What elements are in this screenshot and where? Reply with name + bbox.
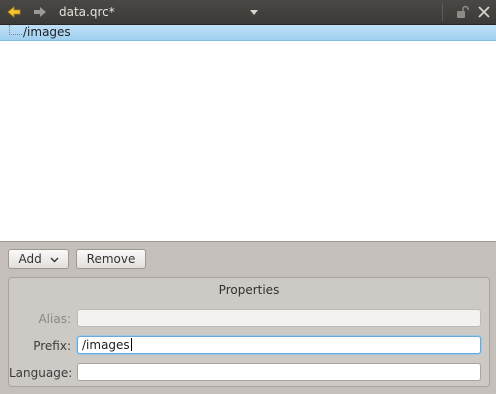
add-button-label: Add xyxy=(18,252,42,266)
prefix-value: /images xyxy=(82,338,130,352)
remove-button-label: Remove xyxy=(86,252,136,266)
titlebar-divider xyxy=(442,3,443,21)
resource-tree[interactable]: /images xyxy=(0,25,496,242)
tree-branch-line xyxy=(9,25,22,35)
left-arrow-icon[interactable] xyxy=(6,4,22,20)
document-titlebar: data.qrc* xyxy=(0,0,496,25)
language-label: Language: xyxy=(9,366,73,380)
alias-field xyxy=(77,309,481,327)
tree-item-label: /images xyxy=(23,25,71,39)
prefix-label: Prefix: xyxy=(33,339,71,353)
document-name[interactable]: data.qrc* xyxy=(59,4,115,20)
right-arrow-icon[interactable] xyxy=(32,4,48,20)
alias-label: Alias: xyxy=(38,312,71,326)
tree-item-images[interactable]: /images xyxy=(0,25,496,41)
prefix-field[interactable]: /images xyxy=(77,336,481,354)
remove-button[interactable]: Remove xyxy=(76,249,146,269)
lock-icon[interactable] xyxy=(455,5,469,19)
properties-title: Properties xyxy=(218,283,280,297)
close-icon[interactable] xyxy=(477,5,491,19)
properties-group: Properties Alias: Prefix: /images Langua… xyxy=(8,277,490,387)
language-field[interactable] xyxy=(77,363,481,381)
dropdown-arrow-icon[interactable] xyxy=(248,4,260,20)
text-cursor xyxy=(130,338,132,351)
add-button[interactable]: Add xyxy=(8,249,69,269)
chevron-down-icon xyxy=(50,257,59,262)
